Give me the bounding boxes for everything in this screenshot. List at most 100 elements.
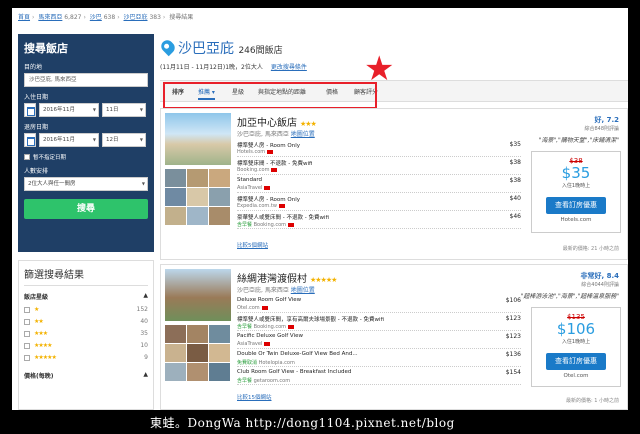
hotel-name[interactable]: 絲綢港灣渡假村 ★★★★★ bbox=[237, 270, 337, 285]
offer-site: AsiaTravel bbox=[237, 185, 271, 191]
thumbnail[interactable] bbox=[165, 188, 186, 206]
thumbnail[interactable] bbox=[209, 344, 230, 362]
site-name: Hotelopia.com bbox=[258, 360, 295, 366]
checkin-day-select[interactable]: 11日 bbox=[102, 103, 146, 117]
offer-price: $123 bbox=[505, 333, 521, 340]
checkin-month-select[interactable]: 2016年11月 bbox=[39, 103, 99, 117]
star-filter-row[interactable]: ★★ 40 bbox=[24, 318, 148, 325]
crumb-home[interactable]: 首頁 bbox=[18, 14, 30, 21]
compare-sites-link[interactable]: 比較5個網站 bbox=[237, 241, 268, 249]
filter-checkbox[interactable] bbox=[24, 342, 30, 349]
crumb-city[interactable]: 沙巴亞庇 bbox=[124, 14, 148, 21]
map-link[interactable]: 地圖位置 bbox=[291, 131, 315, 138]
collapse-icon[interactable]: ▲ bbox=[143, 371, 148, 380]
thumbnail[interactable] bbox=[187, 188, 208, 206]
no-date-checkbox[interactable] bbox=[24, 154, 30, 160]
filter-checkbox[interactable] bbox=[24, 330, 30, 337]
thumbnail[interactable] bbox=[165, 325, 186, 343]
star-filter-row[interactable]: ★★★★ 10 bbox=[24, 342, 148, 349]
thumbnail[interactable] bbox=[187, 344, 208, 362]
no-date-checkbox-row[interactable]: 暫不指定日期 bbox=[24, 153, 148, 161]
thumbnail[interactable] bbox=[165, 344, 186, 362]
offer-list: 標準雙人房 - Room Only Hotels.com $35 標準雙床間 - 不… bbox=[237, 139, 521, 229]
deal-tag: 免費取消 bbox=[237, 360, 258, 366]
hotel-name[interactable]: 加亞中心飯店 ★★★ bbox=[237, 114, 317, 129]
offer-row[interactable]: Double Or Twin Deluxe-Golf View Bed And.… bbox=[237, 349, 521, 367]
thumbnail[interactable] bbox=[165, 169, 186, 187]
star-rating-icon: ★★★★ bbox=[34, 342, 52, 349]
thumbnail[interactable] bbox=[209, 207, 230, 225]
thumbnail[interactable] bbox=[165, 207, 186, 225]
room-type: 豪華雙人或雙床間 - 不退款 - 免費wifi bbox=[237, 215, 329, 221]
offer-row[interactable]: 豪華雙人或雙床間 - 不退款 - 免費wifi 含早餐 Booking.com $4… bbox=[237, 211, 521, 229]
thumbnail[interactable] bbox=[209, 363, 230, 381]
hotel-photo[interactable] bbox=[165, 113, 231, 165]
review-highlights: "海景","購物天堂","床鋪清潔" bbox=[538, 137, 619, 144]
site-name: Booking.com bbox=[237, 167, 270, 173]
flag-icon bbox=[267, 149, 274, 154]
price-updated: 最新的價格: 1 小時之前 bbox=[565, 398, 619, 404]
offer-row[interactable]: Club Room Golf View - Breakfast Included… bbox=[237, 367, 521, 385]
offer-site: AsiaTravel bbox=[237, 341, 271, 347]
flag-icon bbox=[261, 305, 268, 310]
checkout-day-select[interactable]: 12日 bbox=[102, 133, 146, 147]
checkout-month-select[interactable]: 2016年11月 bbox=[39, 133, 99, 147]
review-count[interactable]: 綜合4044則評論 bbox=[581, 281, 619, 288]
offer-row[interactable]: Standard AsiaTravel $38 bbox=[237, 175, 521, 193]
hotel-card: 加亞中心飯店 ★★★ 沙巴亞庇, 馬來西亞 地圖位置 好, 7.2 綜合848則評論… bbox=[160, 108, 628, 260]
search-button[interactable]: 搜尋 bbox=[24, 199, 148, 219]
filter-checkbox[interactable] bbox=[24, 354, 30, 361]
crumb-region[interactable]: 沙巴 bbox=[90, 14, 102, 21]
crumb-current: 搜尋結果 bbox=[169, 14, 194, 21]
filter-count: 10 bbox=[140, 342, 148, 349]
checkout-label: 退房日期 bbox=[24, 124, 49, 131]
thumbnail[interactable] bbox=[187, 169, 208, 187]
filter-count: 9 bbox=[144, 354, 148, 361]
star-filter-row[interactable]: ★ 152 bbox=[24, 306, 148, 313]
review-count[interactable]: 綜合848則評論 bbox=[584, 125, 619, 132]
star-filter-row[interactable]: ★★★★★ 9 bbox=[24, 354, 148, 361]
room-type: 標準雙人房 - Room Only bbox=[237, 143, 300, 149]
collapse-icon[interactable]: ▲ bbox=[143, 292, 148, 301]
guests-select[interactable]: 2位大人與任一間房 bbox=[24, 177, 148, 191]
thumbnail[interactable] bbox=[209, 169, 230, 187]
site-name: AsiaTravel bbox=[237, 341, 263, 347]
offer-row[interactable]: 標準雙床間 - 不退款 - 免費wifi Booking.com $38 bbox=[237, 157, 521, 175]
thumbnail[interactable] bbox=[165, 363, 186, 381]
calendar-icon[interactable] bbox=[24, 133, 36, 147]
filter-checkbox[interactable] bbox=[24, 318, 30, 325]
min-stay: 入住1晚時上 bbox=[561, 183, 591, 189]
thumbnail[interactable] bbox=[187, 207, 208, 225]
thumbnail[interactable] bbox=[187, 363, 208, 381]
offer-row[interactable]: Pacific Deluxe Golf View AsiaTravel $123 bbox=[237, 331, 521, 349]
map-link[interactable]: 地圖位置 bbox=[291, 287, 315, 294]
view-deal-button[interactable]: 查看訂房優惠 bbox=[546, 197, 606, 214]
star-filter-header[interactable]: 飯店星級 ▲ bbox=[24, 292, 148, 301]
offer-row[interactable]: 標準雙人或雙床間，享有高爾夫球場景觀 - 不退款 - 免費wifi 含早餐 Boo… bbox=[237, 313, 521, 331]
compare-sites-link[interactable]: 比較15個網站 bbox=[237, 393, 272, 401]
thumbnail[interactable] bbox=[209, 188, 230, 206]
thumbnail-grid bbox=[165, 325, 231, 381]
offer-row[interactable]: 標準雙人房 - Room Only Hotels.com $35 bbox=[237, 139, 521, 157]
offer-row[interactable]: 標準雙人房 - Room Only Expedia.com.tw $40 bbox=[237, 193, 521, 211]
site-name: Booking.com bbox=[253, 222, 287, 228]
change-search-link[interactable]: 更改搜尋條件 bbox=[271, 64, 307, 71]
star-rating-icon: ★★★ bbox=[300, 120, 317, 128]
hotel-photo[interactable] bbox=[165, 269, 231, 321]
filter-checkbox[interactable] bbox=[24, 306, 30, 313]
min-stay: 入住1晚時上 bbox=[561, 339, 591, 345]
crumb-country[interactable]: 馬來西亞 bbox=[38, 14, 62, 21]
filter-count: 40 bbox=[140, 318, 148, 325]
view-deal-button[interactable]: 查看訂房優惠 bbox=[546, 353, 606, 370]
highlight-box bbox=[163, 82, 377, 109]
destination-input[interactable]: 沙巴亞庇, 馬來西亞 bbox=[24, 73, 148, 87]
price-filter-header[interactable]: 價格(每晚) ▲ bbox=[24, 371, 148, 380]
offer-row[interactable]: Deluxe Room Golf View Otel.com $106 bbox=[237, 295, 521, 313]
star-filter-row[interactable]: ★★★ 35 bbox=[24, 330, 148, 337]
guests-label: 人數安排 bbox=[24, 168, 49, 175]
thumbnail[interactable] bbox=[187, 325, 208, 343]
crumb-count: 383 bbox=[149, 14, 161, 21]
calendar-icon[interactable] bbox=[24, 103, 36, 117]
rating-block: 非常好, 8.4 綜合4044則評論 bbox=[581, 271, 620, 288]
thumbnail[interactable] bbox=[209, 325, 230, 343]
